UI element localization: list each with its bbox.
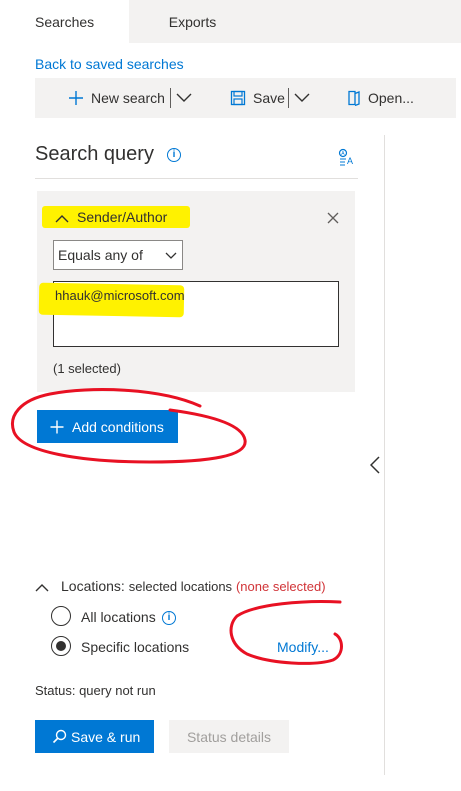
save-and-run-button[interactable]: Save & run: [35, 720, 154, 753]
tab-searches[interactable]: Searches: [0, 0, 129, 43]
open-button[interactable]: Open...: [347, 78, 414, 118]
chevron-down-icon: [294, 93, 310, 102]
divider: [35, 178, 358, 179]
plus-icon: [69, 91, 83, 105]
new-search-dropdown[interactable]: [176, 78, 192, 118]
chevron-up-icon: [55, 215, 69, 223]
query-status: Status: query not run: [35, 683, 156, 698]
save-button[interactable]: Save: [230, 78, 285, 118]
search-query-title: Search query: [35, 143, 154, 165]
close-icon: [327, 212, 339, 224]
query-language-button[interactable]: A A: [337, 148, 357, 171]
all-locations-label: All locations: [81, 609, 156, 625]
svg-text:A: A: [347, 156, 353, 166]
open-icon: [348, 90, 360, 106]
tab-bar: Searches Exports: [0, 0, 461, 43]
locations-summary: Locations: selected locations (none sele…: [61, 578, 326, 594]
locations-warning: (none selected): [235, 579, 326, 594]
save-dropdown[interactable]: [294, 78, 310, 118]
open-label: Open...: [368, 90, 414, 106]
all-locations-radio[interactable]: [51, 606, 71, 626]
back-to-saved-searches-link[interactable]: Back to saved searches: [35, 56, 184, 72]
new-search-label: New search: [91, 90, 165, 106]
selected-count: (1 selected): [53, 361, 121, 376]
toolbar: New search Save Open...: [35, 78, 456, 118]
condition-collapse-button[interactable]: [55, 210, 69, 226]
chevron-left-icon: [369, 456, 380, 474]
search-icon: [52, 729, 67, 744]
status-details-button[interactable]: Status details: [169, 720, 289, 753]
annotation-circle: [11, 388, 247, 464]
tab-exports[interactable]: Exports: [129, 0, 256, 43]
annotation-circle: [229, 600, 343, 665]
collapse-panel-button[interactable]: [369, 456, 380, 477]
info-icon[interactable]: i: [162, 611, 176, 625]
specific-locations-label: Specific locations: [81, 639, 190, 655]
query-language-icon: A A: [338, 148, 353, 166]
sender-author-value: hhauk@microsoft.com: [55, 288, 185, 303]
save-and-run-label: Save & run: [71, 728, 141, 745]
info-icon[interactable]: i: [167, 148, 181, 162]
condition-title: Sender/Author: [77, 209, 168, 225]
operator-dropdown[interactable]: Equals any of: [53, 240, 183, 270]
remove-condition-button[interactable]: [327, 211, 339, 227]
locations-label: Locations:: [61, 578, 125, 594]
chevron-down-icon: [165, 252, 177, 259]
chevron-up-icon: [35, 584, 49, 592]
specific-locations-radio[interactable]: [51, 636, 71, 656]
save-icon: [230, 90, 246, 106]
locations-value: selected locations: [128, 579, 233, 594]
new-search-button[interactable]: New search: [68, 78, 165, 118]
panel-divider: [384, 135, 385, 775]
locations-collapse-button[interactable]: [35, 579, 49, 595]
chevron-down-icon: [176, 93, 192, 102]
separator: [170, 88, 171, 108]
separator: [288, 88, 289, 108]
operator-value: Equals any of: [58, 247, 143, 263]
save-label: Save: [253, 90, 285, 106]
